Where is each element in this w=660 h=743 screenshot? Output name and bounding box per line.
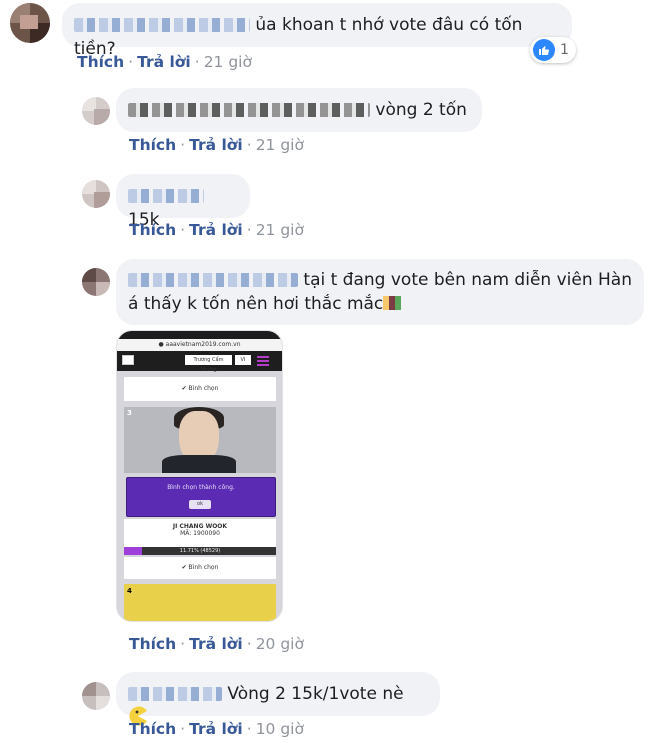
progress-text: 11.71% (48529) xyxy=(179,548,221,554)
item-number: 3 xyxy=(127,409,132,417)
like-link[interactable]: Thích xyxy=(77,53,124,71)
contestant-name: JI CHANG WOOK xyxy=(172,523,228,530)
avatar[interactable] xyxy=(82,682,110,710)
redacted-emoji-icon xyxy=(383,296,402,310)
comment-text: Vòng 2 15k/1vote nè xyxy=(227,684,404,704)
contestant-code: MÃ: 1900090 xyxy=(180,530,220,537)
avatar[interactable] xyxy=(82,268,110,296)
avatar[interactable] xyxy=(10,3,50,43)
like-link[interactable]: Thích xyxy=(129,635,176,653)
redacted-author-name[interactable] xyxy=(128,189,204,203)
comment-actions: Thích · Trả lời · 21 giờ xyxy=(129,136,304,154)
vote-button-2: ✔ Bình chọn xyxy=(124,557,276,579)
reaction-count-text: 1 xyxy=(560,42,569,58)
comment-time[interactable]: 10 giờ xyxy=(256,720,304,738)
check-icon: ✔ xyxy=(181,564,189,571)
hamburger-menu-icon xyxy=(257,356,269,358)
avatar[interactable] xyxy=(82,180,110,208)
comment-time[interactable]: 21 giờ xyxy=(256,221,304,239)
vote-label-2: Bình chọn xyxy=(188,564,219,571)
phone-status-bar xyxy=(117,331,282,339)
attached-photo[interactable]: ● aaavietnam2019.com.vn Trương Cẩm Nhung… xyxy=(116,330,283,622)
comment-actions: Thích · Trả lời · 10 giờ xyxy=(129,720,304,738)
flag-icon xyxy=(122,355,134,365)
reply-bubble: tại t đang vote bên nam diễn viên Hàn á … xyxy=(116,259,644,325)
language-select: VI xyxy=(235,355,251,365)
contestant-info: JI CHANG WOOK MÃ: 1900090 xyxy=(124,519,276,547)
shirt xyxy=(162,455,236,473)
vote-label: Bình chọn xyxy=(188,385,219,392)
modal-text: Bình chọn thành công. xyxy=(167,484,235,491)
comment-actions: Thích · Trả lời · 21 giờ xyxy=(129,221,304,239)
redacted-author-name[interactable] xyxy=(128,687,222,701)
like-link[interactable]: Thích xyxy=(129,136,176,154)
ok-button: ok xyxy=(189,500,211,509)
next-contestant-photo xyxy=(124,584,276,621)
like-link[interactable]: Thích xyxy=(129,221,176,239)
comment-actions: Thích · Trả lời · 20 giờ xyxy=(129,635,304,653)
reply-bubble: vòng 2 tốn xyxy=(116,88,482,132)
item-number: 4 xyxy=(127,587,132,595)
like-link[interactable]: Thích xyxy=(129,720,176,738)
redacted-author-name[interactable] xyxy=(74,18,250,32)
redacted-author-name[interactable] xyxy=(128,273,298,287)
avatar[interactable] xyxy=(82,97,110,125)
comment-time[interactable]: 21 giờ xyxy=(256,136,304,154)
redacted-author-name[interactable] xyxy=(128,103,370,117)
reply-bubble: 15k xyxy=(116,174,250,230)
reply-link[interactable]: Trả lời xyxy=(189,635,243,653)
url-text: aaavietnam2019.com.vn xyxy=(165,341,241,348)
like-reaction-icon xyxy=(533,39,555,61)
vote-button: ✔ Bình chọn xyxy=(124,377,276,401)
browser-url: ● aaavietnam2019.com.vn xyxy=(117,339,282,351)
success-modal: Bình chọn thành công. ok xyxy=(126,477,276,517)
check-icon: ✔ xyxy=(181,385,189,392)
vote-progress: 11.71% (48529) xyxy=(124,547,276,555)
comment-actions: Thích · Trả lời · 21 giờ xyxy=(77,53,252,71)
site-header: Trương Cẩm Nhung VI xyxy=(117,351,282,373)
reaction-count[interactable]: 1 xyxy=(530,37,576,63)
contestant-select: Trương Cẩm Nhung xyxy=(185,355,232,373)
comment-bubble: ủa khoan t nhớ vote đâu có tốn tiền? xyxy=(62,3,572,59)
comment-text: vòng 2 tốn xyxy=(375,100,467,120)
reply-link[interactable]: Trả lời xyxy=(189,136,243,154)
reply-link[interactable]: Trả lời xyxy=(137,53,191,71)
comment-text-line-1: tại t đang vote bên nam diễn viên Hàn xyxy=(303,270,632,290)
reply-link[interactable]: Trả lời xyxy=(189,221,243,239)
reply-bubble: Vòng 2 15k/1vote nè xyxy=(116,672,440,726)
contestant-photo xyxy=(124,407,276,473)
comment-time[interactable]: 20 giờ xyxy=(256,635,304,653)
comment-text-line-2: á thấy k tốn nên hơi thắc mắc xyxy=(128,294,384,314)
reply-link[interactable]: Trả lời xyxy=(189,720,243,738)
comment-time[interactable]: 21 giờ xyxy=(204,53,252,71)
lock-icon: ● xyxy=(158,341,166,348)
